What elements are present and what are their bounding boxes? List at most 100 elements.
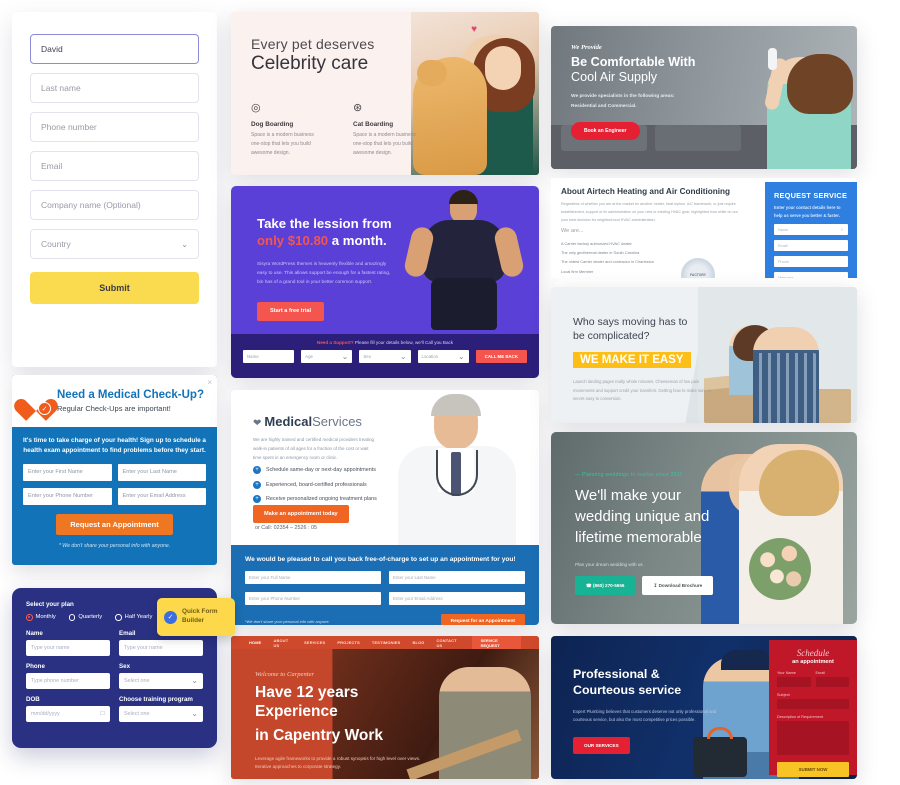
training-program-select[interactable]: Select one ⌄	[119, 705, 203, 722]
plan-fields-grid: Name Type your name Phone Type phone num…	[26, 630, 203, 729]
company-input[interactable]: Company name (Optional)	[30, 190, 199, 220]
fitness-price-suffix: a month.	[328, 232, 387, 248]
medical-lastname-input[interactable]: Enter your Last Name	[389, 571, 525, 584]
checkup-phone-input[interactable]: Enter your Phone Number	[23, 487, 112, 505]
checkup-first-name-input[interactable]: Enter your First Name	[23, 463, 112, 481]
phone-input[interactable]: Phone number	[30, 112, 199, 142]
schedule-email-group: Email	[815, 665, 849, 687]
feature-text-dog: Space is a modern business one-stop that…	[251, 132, 314, 156]
plan-label-quarterly: Quarterly	[78, 614, 103, 621]
nav-item-services[interactable]: SERVICES	[304, 640, 325, 645]
airtech-email-input[interactable]: Email	[774, 240, 848, 252]
email-input[interactable]: Email	[30, 151, 199, 181]
nav-item-contact-us[interactable]: CONTACT US	[437, 638, 460, 648]
our-services-button[interactable]: OUR SERVICES	[573, 736, 630, 754]
hair-shape	[787, 54, 853, 114]
checkup-email-input[interactable]: Enter your Email Address	[117, 487, 206, 505]
medical-callback-form: We would be pleased to call you back fre…	[231, 545, 539, 625]
checkup-body: It's time to take charge of your health!…	[12, 427, 217, 557]
medical-call-text: or Call: 02354 – 2526 : 05	[255, 525, 318, 531]
close-icon[interactable]: ×	[207, 378, 212, 387]
quick-badge-label: Quick Form Builder	[182, 608, 218, 624]
pet-heading-1: Every pet deserves	[251, 36, 375, 52]
carpenter-heading-2: in Capentry Work	[255, 727, 384, 745]
start-free-trial-button[interactable]: Start a free trial	[257, 301, 325, 321]
book-an-engineer-button[interactable]: Book an Engineer	[571, 122, 640, 141]
torso-shape	[423, 220, 505, 282]
wedding-heading: We'll make your wedding unique and lifet…	[575, 485, 745, 548]
submit-now-button[interactable]: SUBMIT NOW	[777, 762, 849, 777]
plan-option-monthly[interactable]: Monthly	[26, 614, 56, 621]
phone-input[interactable]: Type phone number	[26, 672, 110, 689]
nav-item-about-us[interactable]: ABOUT US	[273, 638, 292, 648]
submit-button[interactable]: Submit	[30, 272, 199, 304]
nav-item-testimonies[interactable]: TESTIMONIES	[372, 640, 401, 645]
fitness-location-select[interactable]: Location ⌄	[417, 350, 469, 363]
plan-option-quarterly[interactable]: Quarterly	[68, 614, 103, 621]
plumbing-heading-1: Professional &	[573, 667, 660, 681]
wedding-call-button[interactable]: ☎ (860) 270-5656	[575, 576, 636, 595]
airtech-message-input[interactable]: Message	[774, 272, 848, 278]
email-input[interactable]	[815, 677, 849, 687]
last-name-input[interactable]: Last name	[30, 73, 199, 103]
country-select[interactable]: Country ⌄	[30, 229, 199, 259]
nav-item-blog[interactable]: BLOG	[412, 640, 424, 645]
schedule-row-name-email: Your Name Email	[777, 665, 849, 687]
medical-phone-input[interactable]: Enter your Phone Number	[245, 592, 381, 605]
medical-bullet-list: + Schedule same-day or next-day appointme…	[253, 466, 377, 510]
your-name-label: Your Name	[777, 671, 796, 675]
pet-features: ◎ Dog Boarding Space is a modern busines…	[251, 101, 431, 157]
call-me-back-button[interactable]: CALL ME BACK	[475, 350, 528, 363]
name-input[interactable]: Type your name	[26, 639, 110, 656]
first-name-input[interactable]: David	[30, 34, 199, 64]
chevron-down-icon: ⌄	[191, 709, 198, 718]
airtech-bullet-list: A Carrier factory authorized HVAC dealer…	[561, 239, 654, 276]
make-appointment-button[interactable]: Make an appointment today	[253, 505, 349, 523]
stethoscope-icon	[436, 450, 478, 496]
nav-item-projects[interactable]: PROJECTS	[337, 640, 360, 645]
moving-banner: Who says moving has to be complicated? W…	[551, 287, 857, 423]
airtech-bullet: Local firm Member	[561, 268, 594, 274]
airtech-name-placeholder: Name	[778, 227, 789, 232]
fitness-sex-select[interactable]: Sex ⌄	[359, 350, 411, 363]
email-placeholder: Type your name	[124, 644, 163, 651]
fitness-age-select[interactable]: Age ⌄	[301, 350, 353, 363]
download-brochure-button[interactable]: ↧ Download Brochure	[642, 576, 714, 595]
sex-select[interactable]: Select one ⌄	[119, 672, 203, 689]
wedding-banner: — Planning weddings to realize since 201…	[551, 432, 857, 624]
description-textarea[interactable]	[777, 721, 849, 755]
checkup-last-name-input[interactable]: Enter your Last Name	[117, 463, 206, 481]
ac-pre-heading: We Provide	[571, 44, 602, 51]
schedule-name-group: Your Name	[777, 665, 811, 687]
medical-email-input[interactable]: Enter your Email Address	[389, 592, 525, 605]
quick-form-builder-badge[interactable]: ✓ Quick Form Builder	[157, 598, 235, 636]
request-appointment-button[interactable]: Request an Appointment	[56, 513, 173, 535]
remote-control-icon	[768, 48, 777, 70]
plan-option-half-yearly[interactable]: Half Yearly	[115, 614, 152, 621]
check-circle-icon: ✓	[164, 610, 177, 624]
checkup-title: Need a Medical Check-Up?	[57, 389, 204, 402]
medical-form-note: *We don't share your personal info with …	[245, 619, 330, 624]
chevron-down-icon: ⌄	[457, 352, 465, 361]
checkup-row-2: Enter your Phone Number Enter your Email…	[23, 487, 206, 505]
ac-heading-2: Cool Air Supply	[571, 70, 658, 84]
wedding-paragraph: Plan your dream wedding with us	[575, 562, 643, 567]
air-conditioning-banner: We Provide Be Comfortable With Cool Air …	[551, 26, 857, 169]
dob-input[interactable]: mm/dd/yyyy ☐	[26, 705, 110, 722]
subject-input[interactable]	[777, 699, 849, 709]
plan-label-monthly: Monthly	[35, 614, 56, 621]
email-label: Email	[815, 671, 826, 675]
fitness-bar-inputs: Name Age ⌄ Sex ⌄ Location ⌄ CALL ME BACK	[231, 345, 539, 363]
chevron-down-icon: ⌄	[399, 352, 407, 361]
airtech-phone-input[interactable]: Phone	[774, 256, 848, 268]
calendar-icon[interactable]: ☐	[100, 711, 105, 717]
email-input[interactable]: Type your name	[119, 639, 203, 656]
fitness-name-input[interactable]: Name	[243, 350, 295, 363]
nav-item-home[interactable]: HOME	[249, 640, 261, 645]
medical-cross-icon: ❤	[253, 418, 262, 429]
airtech-name-input[interactable]: Name ☺	[774, 224, 848, 236]
fitness-location-placeholder: Location	[421, 354, 439, 359]
your-name-input[interactable]	[777, 677, 811, 687]
request-for-appointment-button[interactable]: Request for an Appointment	[440, 614, 525, 625]
medical-fullname-input[interactable]: Enter your Full Name	[245, 571, 381, 584]
